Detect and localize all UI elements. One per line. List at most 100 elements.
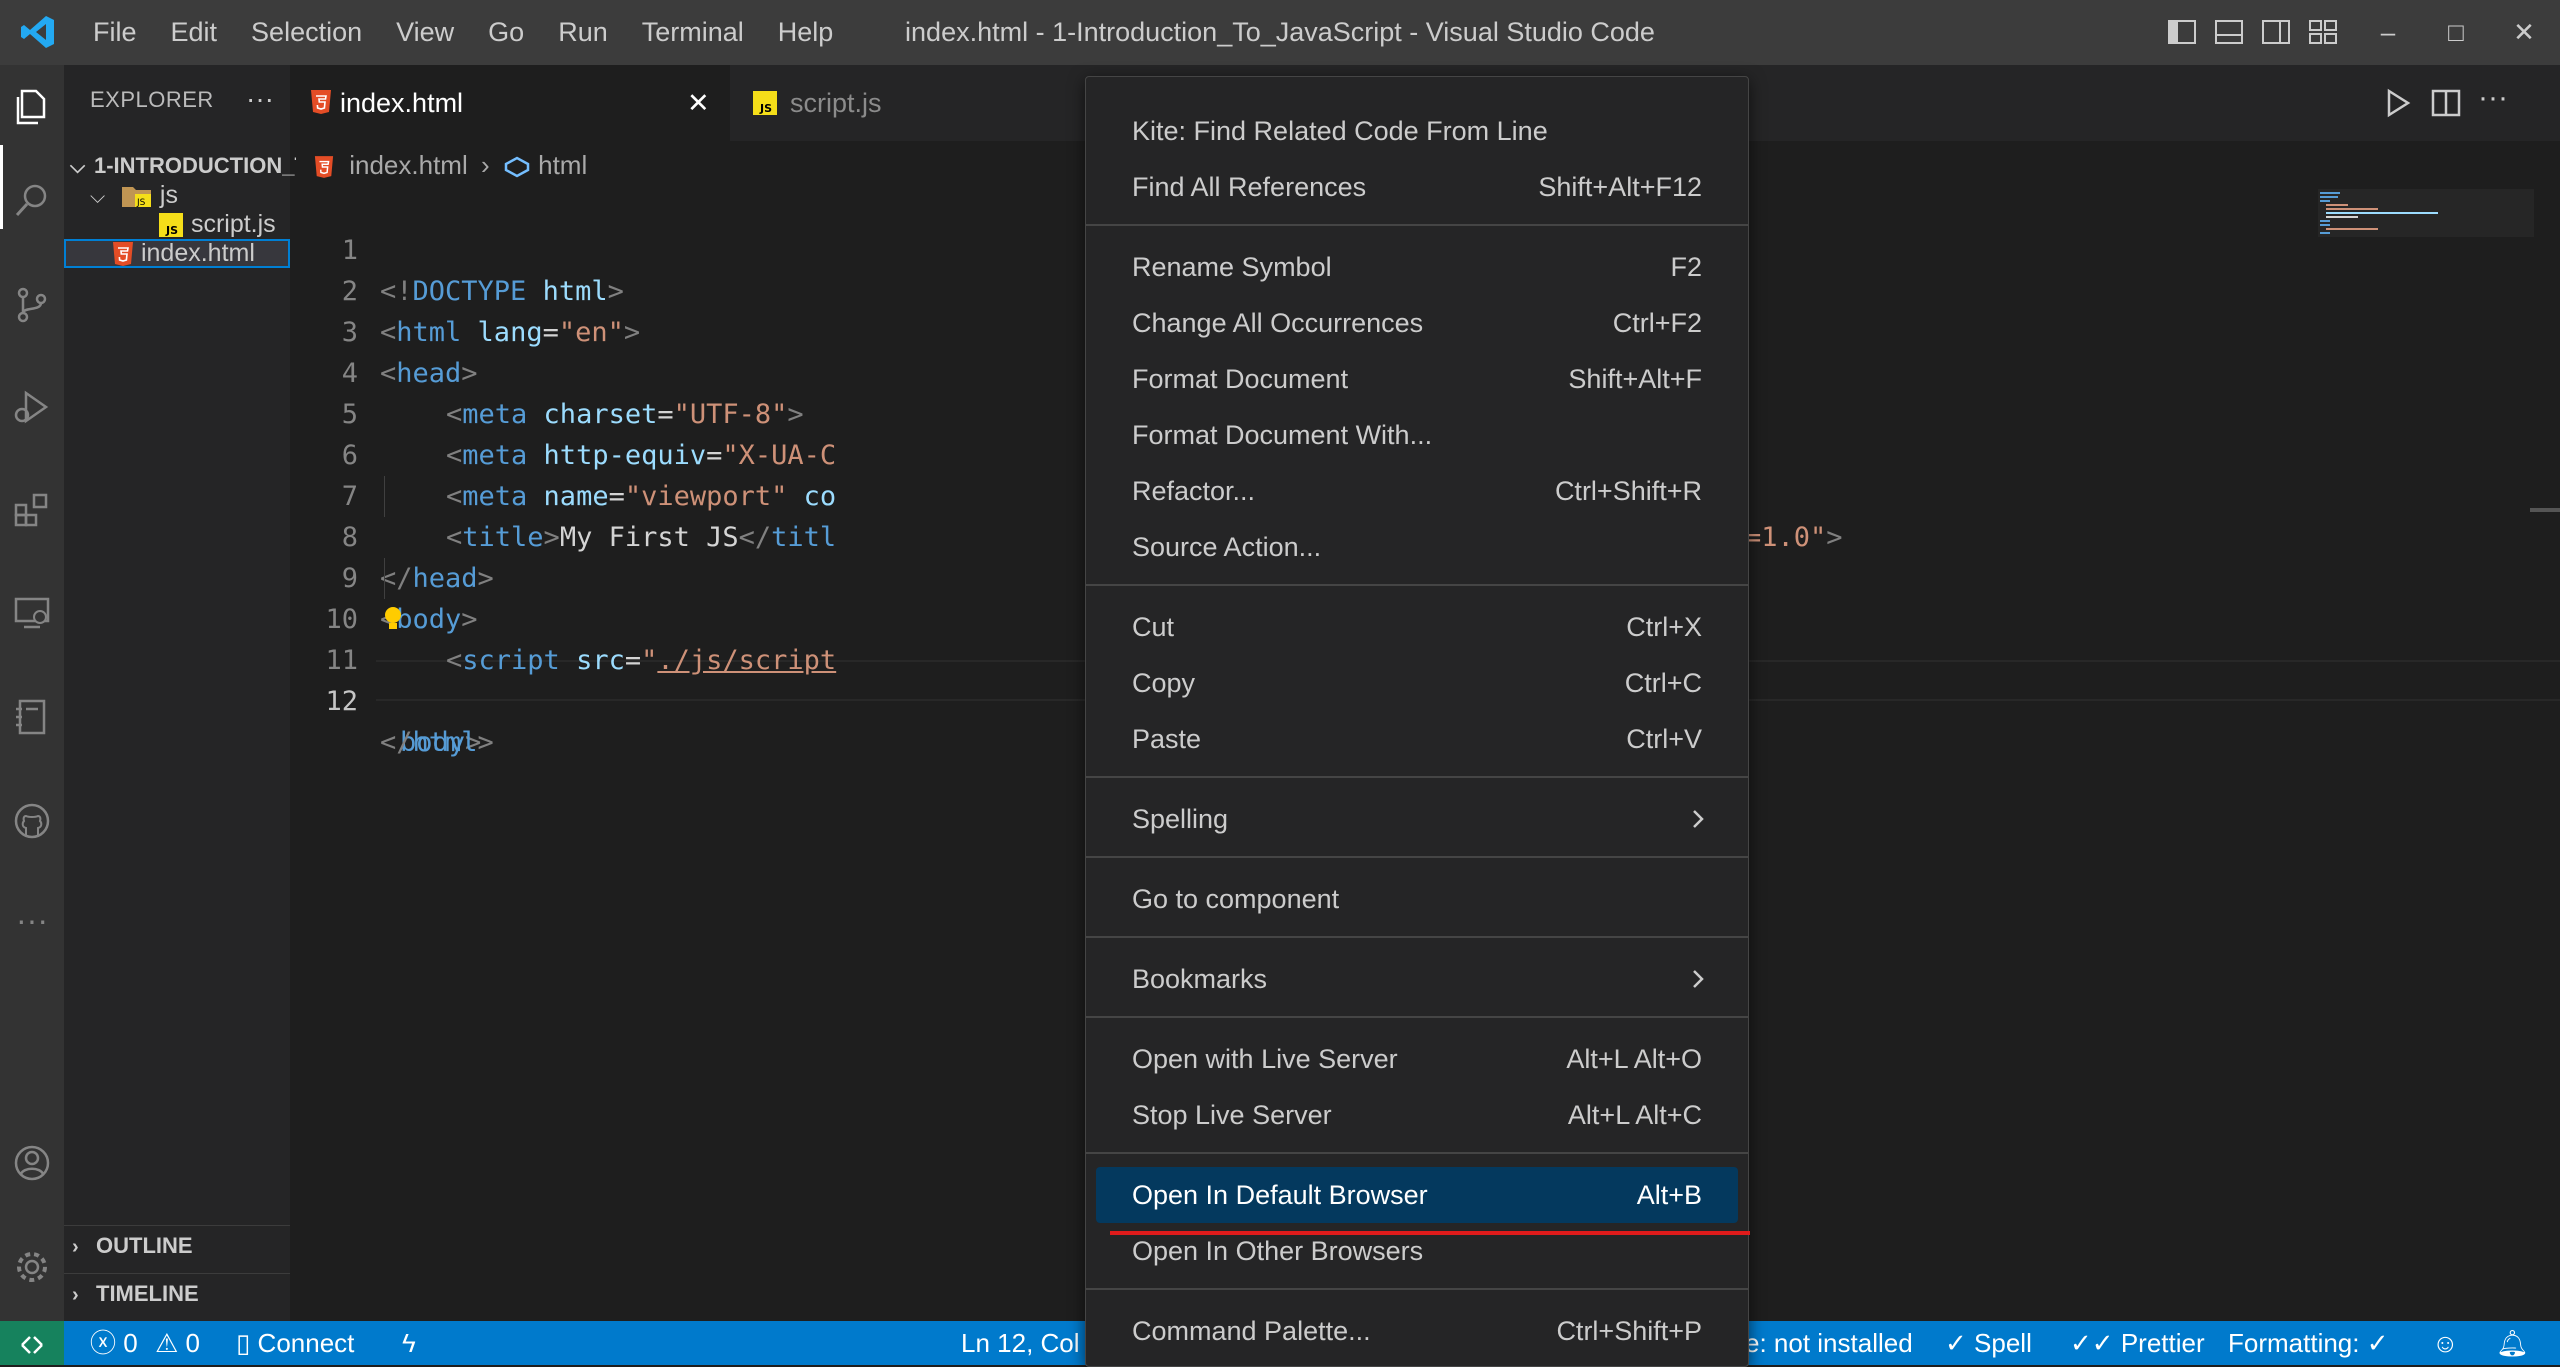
formatting-status[interactable]: Formatting: ✓ [2228, 1321, 2389, 1365]
html-file-icon [113, 242, 133, 267]
gear-icon[interactable] [12, 1247, 52, 1287]
warning-icon: ⚠ [154, 1328, 179, 1358]
error-icon: ⓧ [90, 1328, 117, 1358]
menu-item-cut[interactable]: Cut Ctrl+X [1096, 599, 1738, 655]
file-label: script.js [190, 210, 276, 238]
extensions-icon[interactable] [12, 491, 52, 531]
menu-item-change-all-occurrences[interactable]: Change All Occurrences Ctrl+F2 [1096, 295, 1738, 351]
minimap[interactable] [2318, 189, 2534, 249]
more-views-icon[interactable]: ··· [12, 904, 52, 945]
menu-item-format-document-with[interactable]: Format Document With... [1096, 407, 1738, 463]
menu-item-open-in-default-browser[interactable]: Open In Default Browser Alt+B [1096, 1167, 1738, 1223]
more-actions-icon[interactable]: ··· [246, 83, 274, 115]
search-icon[interactable] [12, 181, 52, 221]
svg-text:JS: JS [165, 224, 178, 237]
remote-indicator[interactable] [0, 1321, 64, 1365]
chevron-right-icon: › [72, 1236, 79, 1258]
workspace-root[interactable]: ⌵ 1-INTRODUCTION_TO_JAV... [64, 151, 296, 180]
menu-item-refactor[interactable]: Refactor... Ctrl+Shift+R [1096, 463, 1738, 519]
tab-script-js[interactable]: JS script.js [730, 65, 890, 141]
lightning-icon[interactable]: ϟ [402, 1321, 416, 1365]
close-window-button[interactable]: ✕ [2488, 0, 2560, 65]
spell-status[interactable]: ✓ Spell [1945, 1321, 2032, 1365]
tab-label: index.html [340, 88, 464, 118]
breadcrumb: index.html › html [290, 141, 587, 189]
tree-folder-js[interactable]: ⌵ JS js [64, 181, 316, 210]
cursor-position[interactable]: Ln 12, Col 8 [961, 1321, 1101, 1365]
warning-count: 0 [185, 1328, 200, 1358]
prettier-status[interactable]: ✓✓ Prettier [2070, 1321, 2205, 1365]
menu-item-spelling[interactable]: Spelling [1096, 791, 1738, 847]
feedback-icon[interactable]: ☺ [2432, 1321, 2459, 1365]
breadcrumb-symbol[interactable]: html [538, 150, 587, 180]
menu-item-stop-live-server[interactable]: Stop Live Server Alt+L Alt+C [1096, 1087, 1738, 1143]
menu-item-bookmarks[interactable]: Bookmarks [1096, 951, 1738, 1007]
lightbulb-icon[interactable] [382, 605, 404, 633]
bell-icon[interactable]: 🔔︎ [2496, 1321, 2529, 1365]
remote-explorer-icon[interactable] [12, 593, 52, 633]
menu-separator [1086, 584, 1748, 586]
symbol-element-icon [504, 156, 530, 178]
source-control-icon[interactable] [12, 285, 52, 325]
chevron-right-icon: › [72, 1284, 79, 1306]
menu-help[interactable]: Help [761, 0, 851, 65]
menu-item-go-to-component[interactable]: Go to component [1096, 871, 1738, 927]
context-menu: Kite: Find Related Code From Line Find A… [1085, 76, 1749, 1367]
menu-item-command-palette[interactable]: Command Palette... Ctrl+Shift+P [1096, 1303, 1738, 1359]
scrollbar-thumb[interactable] [2530, 508, 2560, 512]
menu-run[interactable]: Run [541, 0, 625, 65]
menu-item-paste[interactable]: Paste Ctrl+V [1096, 711, 1738, 767]
active-indicator [0, 145, 3, 229]
breadcrumb-file[interactable]: index.html [349, 150, 468, 180]
github-icon[interactable] [12, 801, 52, 841]
menu-item-copy[interactable]: Copy Ctrl+C [1096, 655, 1738, 711]
minimize-button[interactable]: – [2352, 0, 2424, 65]
menu-selection[interactable]: Selection [234, 0, 379, 65]
run-icon[interactable] [2380, 85, 2416, 121]
menu-edit[interactable]: Edit [154, 0, 235, 65]
extension-status[interactable]: e: not installed [1745, 1321, 1913, 1365]
menu-item-find-all-references[interactable]: Find All References Shift+Alt+F12 [1096, 159, 1738, 215]
js-file-icon: JS [159, 213, 183, 238]
tab-label: script.js [790, 88, 882, 118]
js-file-icon: JS [753, 91, 777, 115]
connect-button[interactable]: ▯ Connect [236, 1321, 354, 1365]
remote-icon [21, 1336, 43, 1355]
toggle-secondary-sidebar-icon[interactable] [2258, 14, 2294, 50]
menu-view[interactable]: View [379, 0, 471, 65]
explorer-title: EXPLORER [90, 87, 214, 112]
tree-file-index-html[interactable]: index.html [64, 239, 290, 268]
customize-layout-icon[interactable] [2305, 14, 2341, 50]
chevron-down-icon: ⌵ [70, 156, 86, 178]
timeline-section[interactable]: › TIMELINE [64, 1273, 290, 1314]
menu-separator [1086, 1016, 1748, 1018]
maximize-button[interactable]: □ [2420, 0, 2492, 65]
run-debug-icon[interactable] [12, 387, 52, 427]
menu-separator [1086, 1288, 1748, 1290]
toggle-panel-icon[interactable] [2211, 14, 2247, 50]
close-icon[interactable]: ✕ [687, 65, 710, 141]
menu-item-kite-find-related[interactable]: Kite: Find Related Code From Line [1096, 103, 1738, 159]
title-bar: File Edit Selection View Go Run Terminal… [0, 0, 2560, 65]
notebook-icon[interactable] [12, 697, 52, 737]
tab-index-html[interactable]: index.html ✕ [290, 65, 730, 141]
outline-section[interactable]: › OUTLINE [64, 1225, 290, 1266]
toggle-primary-sidebar-icon[interactable] [2164, 14, 2200, 50]
menu-item-source-action[interactable]: Source Action... [1096, 519, 1738, 575]
menu-terminal[interactable]: Terminal [625, 0, 761, 65]
html-file-icon [311, 90, 331, 114]
explorer-icon[interactable] [12, 87, 52, 127]
split-editor-icon[interactable] [2428, 85, 2464, 121]
window-title: index.html - 1-Introduction_To_JavaScrip… [905, 17, 1655, 47]
account-icon[interactable] [12, 1143, 52, 1183]
workspace-root-label: 1-INTRODUCTION_TO_JAV... [94, 153, 296, 178]
menu-item-rename-symbol[interactable]: Rename Symbol F2 [1096, 239, 1738, 295]
menu-item-format-document[interactable]: Format Document Shift+Alt+F [1096, 351, 1738, 407]
menu-go[interactable]: Go [471, 0, 541, 65]
menu-item-open-with-live-server[interactable]: Open with Live Server Alt+L Alt+O [1096, 1031, 1738, 1087]
menu-file[interactable]: File [76, 0, 154, 65]
problems-indicator[interactable]: ⓧ 0 ⚠ 0 [90, 1321, 200, 1365]
editor-more-actions-icon[interactable]: ··· [2478, 81, 2508, 115]
database-icon: ▯ [236, 1328, 251, 1358]
breadcrumb-separator: › [480, 150, 490, 180]
